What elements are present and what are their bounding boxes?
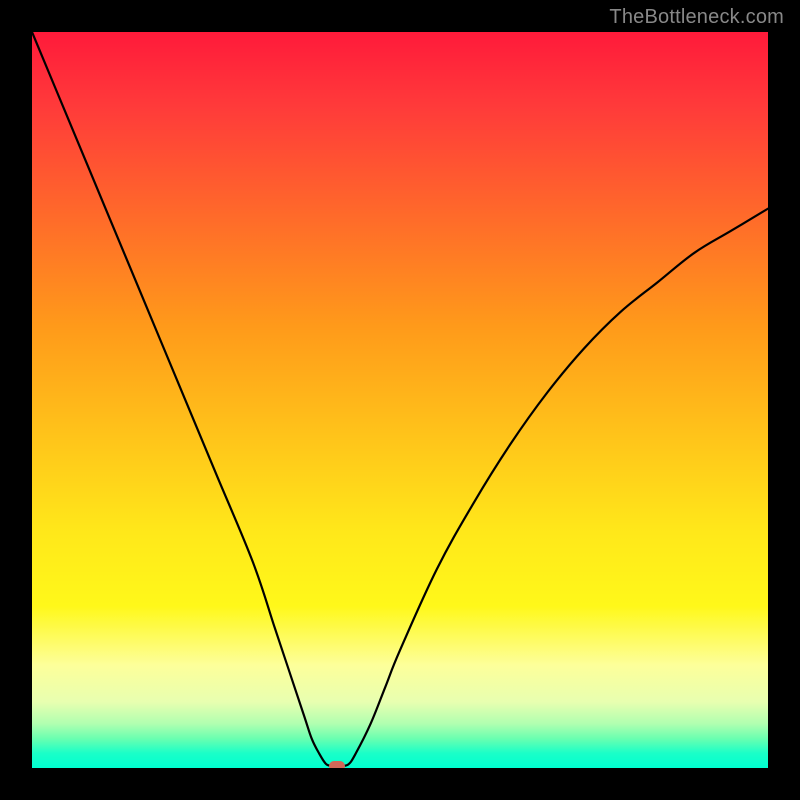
chart-frame: TheBottleneck.com [0, 0, 800, 800]
watermark-text: TheBottleneck.com [609, 6, 784, 29]
minimum-marker [329, 761, 345, 768]
bottleneck-curve [32, 32, 768, 768]
plot-area [32, 32, 768, 768]
